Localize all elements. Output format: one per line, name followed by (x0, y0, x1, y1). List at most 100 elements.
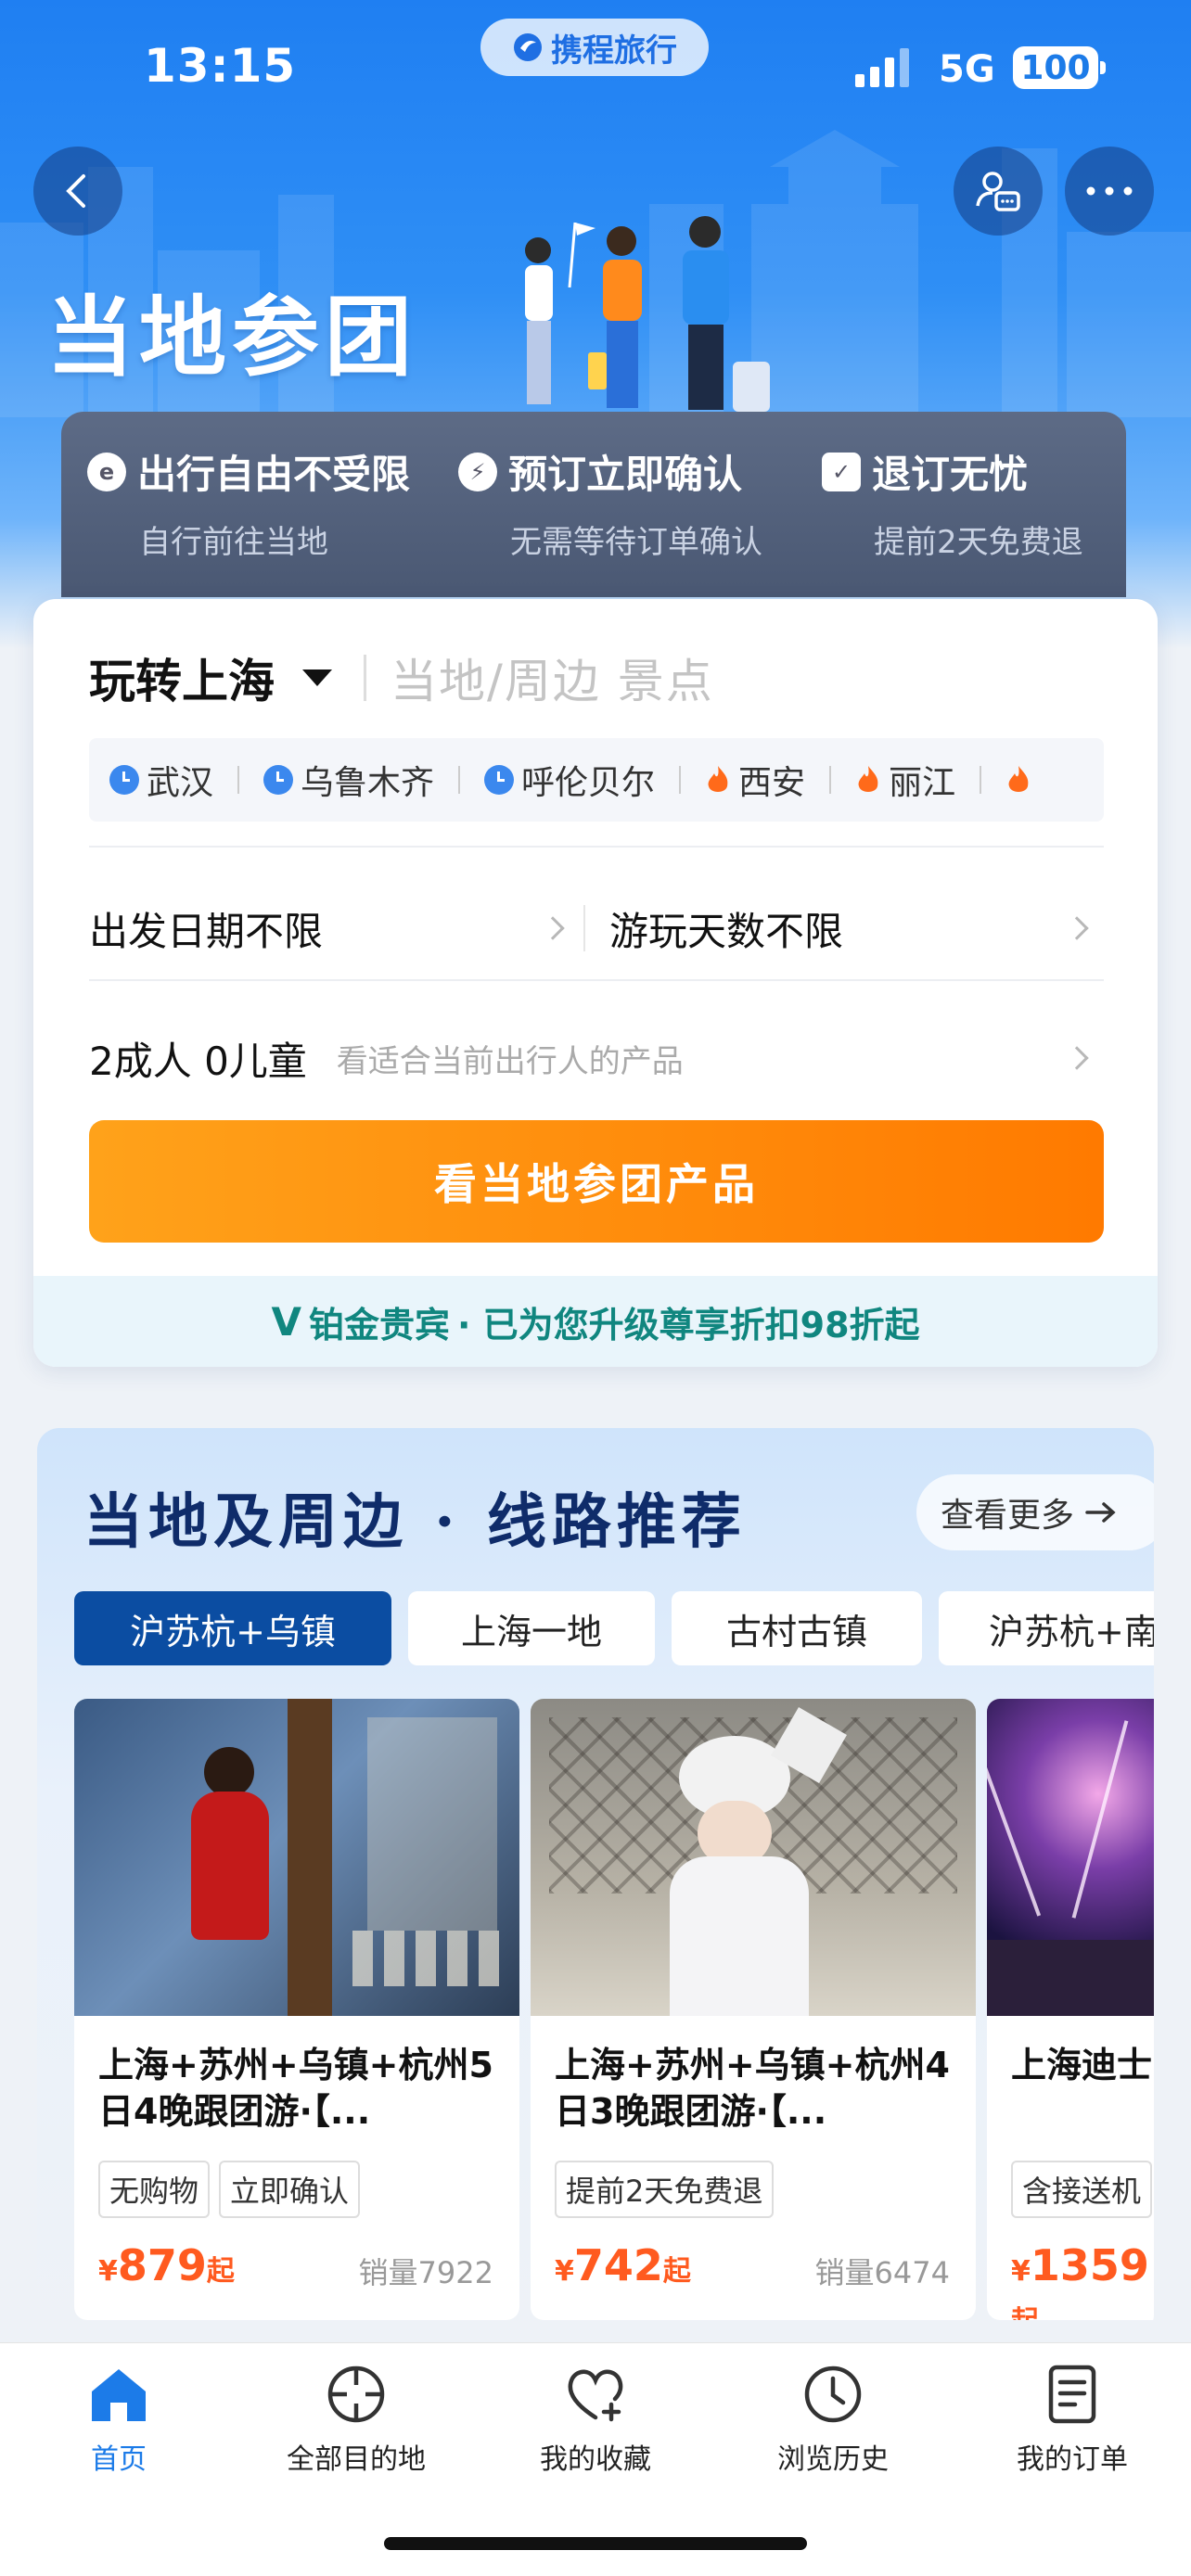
battery-indicator: 100 (1013, 46, 1106, 89)
route-recommendations: 当地及周边 · 线路推荐 查看更多 沪苏杭+乌镇 上海一地 古村古镇 沪苏杭+南… (37, 1428, 1154, 2337)
tab-shanghai-only[interactable]: 上海一地 (408, 1591, 655, 1665)
route-title: 上海+苏州+乌镇+杭州5日4晚跟团游·【... (98, 2045, 493, 2132)
tab-ancient-villages[interactable]: 古村古镇 (672, 1591, 922, 1665)
divider (679, 766, 682, 794)
trip-days-label: 游玩天数不限 (609, 908, 844, 954)
section-title: 当地及周边 · 线路推荐 (83, 1487, 747, 1557)
benefit-instant-confirm: ⚡ 预订立即确认 无需等待订单确认 (458, 443, 762, 562)
route-card[interactable]: 上海+苏州+乌镇+杭州5日4晚跟团游·【... 无购物 立即确认 ¥879起 销… (74, 1699, 519, 2320)
benefit-free-travel: e 出行自由不受限 自行前往当地 (87, 443, 410, 562)
vip-banner[interactable]: V 铂金贵宾 · 已为您升级尊享折扣98折起 (33, 1276, 1158, 1367)
home-icon (92, 2369, 146, 2421)
tab-label: 全部目的地 (287, 2443, 426, 2476)
tab-hu-su-hang-wuzhen[interactable]: 沪苏杭+乌镇 (74, 1591, 391, 1665)
trip-days-selector[interactable]: 游玩天数不限 (609, 900, 1104, 957)
route-card[interactable]: 上海迪士+苏州+ 含接送机 ¥1359 起 (987, 1699, 1154, 2320)
currency-symbol: ¥ (555, 2255, 574, 2288)
order-list-icon (1048, 2365, 1096, 2424)
tab-history[interactable]: 浏览历史 (740, 2362, 926, 2477)
status-bar: 13:15 携程旅行 5G 100 (0, 0, 1191, 139)
benefit-title: 出行自由不受限 (137, 452, 411, 497)
vip-v-icon: V (271, 1298, 301, 1345)
chevron-right-icon (541, 916, 565, 940)
route-price: ¥879起 (98, 2240, 235, 2290)
route-tag: 含接送机 (1011, 2161, 1153, 2218)
benefit-title: 预订立即确认 (508, 452, 743, 497)
price-suffix: 起 (662, 2255, 691, 2288)
fire-icon (1008, 766, 1029, 792)
ctrip-logo-icon (514, 33, 542, 61)
hot-city-chip[interactable]: 武汉 (109, 756, 213, 804)
route-photo-opera (531, 1699, 976, 2016)
view-more-label: 查看更多 (941, 1497, 1075, 1535)
route-card[interactable]: 上海+苏州+乌镇+杭州4日3晚跟团游·【... 提前2天免费退 ¥742起 销量… (531, 1699, 976, 2320)
hot-city-label: 丽江 (889, 764, 956, 802)
heart-plus-icon (568, 2369, 623, 2422)
divider (364, 655, 366, 701)
benefits-panel: e 出行自由不受限 自行前往当地 ⚡ 预订立即确认 无需等待订单确认 ✓ 退订无忧 提… (61, 412, 1126, 597)
hot-city-chip[interactable]: 西安 (705, 756, 805, 804)
search-row: 玩转上海 当地/周边 景点 (89, 636, 714, 720)
route-photo-fireworks (987, 1699, 1154, 2016)
vip-text: · 已为您升级尊享折扣98折起 (456, 1304, 920, 1345)
view-more-button[interactable]: 查看更多 (916, 1474, 1154, 1550)
city-selector[interactable]: 玩转上海 (89, 644, 275, 711)
tab-home[interactable]: 首页 (26, 2362, 211, 2477)
hero-banner: 13:15 携程旅行 5G 100 当地参团 e 出行自由不受限 自行前往当地 … (0, 0, 1191, 649)
customer-service-icon (976, 172, 1020, 211)
customer-service-button[interactable] (954, 147, 1043, 236)
hot-city-chip[interactable]: 呼伦贝尔 (484, 756, 655, 804)
hot-city-label: 武汉 (147, 764, 214, 802)
search-products-button[interactable]: 看当地参团产品 (89, 1120, 1104, 1243)
benefit-title: 退订无忧 (872, 452, 1029, 497)
hot-city-chip[interactable]: 乌鲁木齐 (263, 756, 434, 804)
date-days-row: 出发日期不限 游玩天数不限 (89, 877, 1104, 979)
search-input[interactable]: 当地/周边 景点 (391, 644, 714, 711)
tab-hu-su-hang-south[interactable]: 沪苏杭+南 (939, 1591, 1154, 1665)
tab-orders[interactable]: 我的订单 (980, 2362, 1165, 2477)
route-icon: e (87, 452, 126, 491)
clock-icon (109, 765, 139, 795)
clock-icon (263, 765, 294, 795)
route-cards: 上海+苏州+乌镇+杭州5日4晚跟团游·【... 无购物 立即确认 ¥879起 销… (74, 1699, 1154, 2337)
tab-label: 我的订单 (1017, 2443, 1128, 2476)
hot-cities-strip[interactable]: 武汉 乌鲁木齐 呼伦贝尔 西安 丽江 (89, 738, 1104, 822)
price-suffix: 起 (206, 2255, 235, 2288)
hot-city-chip[interactable]: 丽江 (855, 756, 955, 804)
more-options-button[interactable] (1065, 147, 1154, 236)
fire-icon (708, 766, 728, 792)
price-value: 742 (573, 2240, 663, 2290)
travelers-illustration (525, 216, 770, 412)
currency-symbol: ¥ (1011, 2255, 1031, 2288)
arrow-right-icon (1085, 1502, 1116, 1523)
tab-favorites[interactable]: 我的收藏 (503, 2362, 688, 2477)
benefit-free-refund: ✓ 退订无忧 提前2天免费退 (822, 443, 1083, 562)
divider (237, 766, 240, 794)
fire-icon (858, 766, 878, 792)
back-button[interactable] (33, 147, 122, 236)
benefit-sub: 自行前往当地 (139, 524, 328, 561)
route-tag: 无购物 (98, 2161, 211, 2218)
departure-date-selector[interactable]: 出发日期不限 (89, 900, 583, 957)
divider (89, 979, 1104, 981)
route-tags: 提前2天免费退 (555, 2161, 775, 2218)
hot-city-chip[interactable] (1005, 764, 1031, 796)
tab-all-destinations[interactable]: 全部目的地 (263, 2362, 449, 2477)
route-sales: 销量6474 (814, 2255, 950, 2290)
clock-icon (804, 2366, 862, 2423)
benefit-sub: 无需等待订单确认 (510, 524, 762, 561)
caret-down-icon[interactable] (302, 670, 332, 686)
tab-label: 浏览历史 (777, 2443, 889, 2476)
target-icon (327, 2366, 385, 2423)
divider (829, 766, 832, 794)
hot-city-label: 西安 (738, 764, 806, 802)
back-arrow-icon (66, 174, 85, 208)
lightning-icon: ⚡ (458, 452, 497, 491)
divider (583, 905, 585, 951)
traveler-selector[interactable]: 2成人 0儿童 看适合当前出行人的产品 (89, 1007, 1104, 1109)
currency-symbol: ¥ (98, 2255, 118, 2288)
page-title: 当地参团 (46, 287, 418, 389)
shield-check-icon: ✓ (822, 452, 861, 491)
route-tag: 提前2天免费退 (555, 2161, 775, 2218)
route-price: ¥1359 起 (1011, 2240, 1154, 2320)
